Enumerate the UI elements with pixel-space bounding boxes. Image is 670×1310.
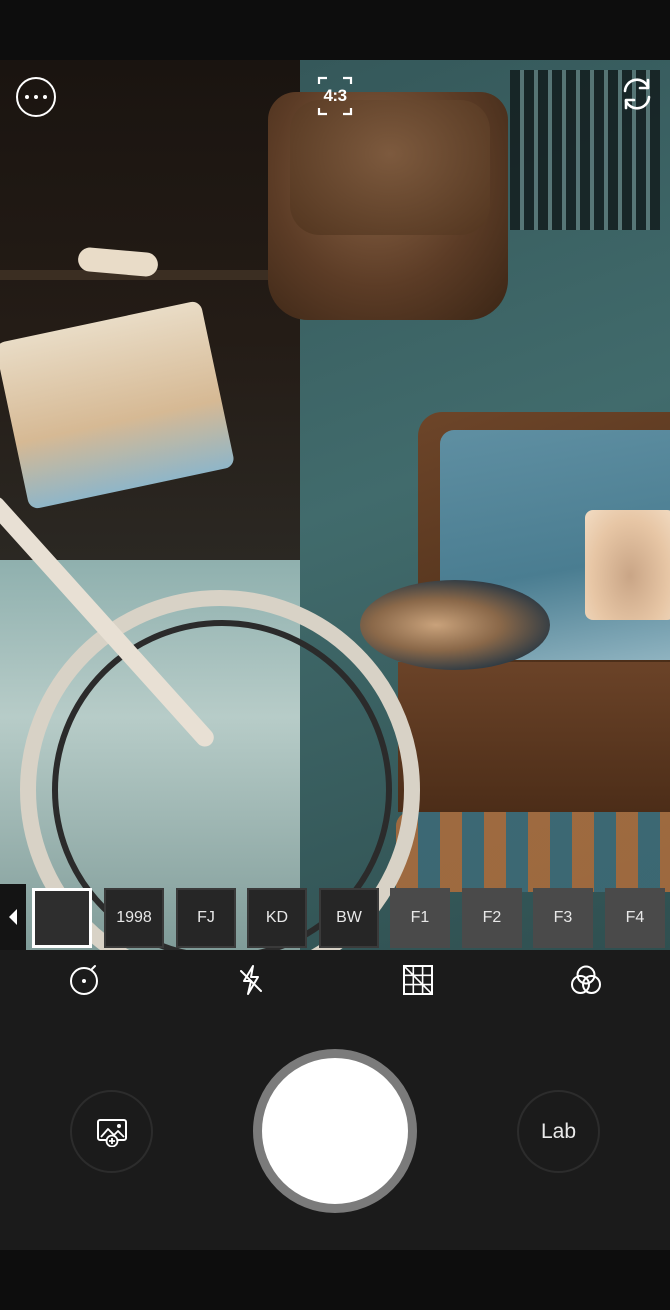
camera-viewfinder[interactable] [0, 60, 670, 953]
filter-label: F3 [553, 909, 573, 926]
triangle-left-icon [9, 909, 17, 925]
more-horizontal-icon [25, 95, 29, 99]
timer-button[interactable] [67, 963, 101, 997]
status-bar [0, 0, 670, 60]
filter-kd[interactable]: KD [247, 888, 307, 948]
flash-toggle-button[interactable] [234, 963, 268, 997]
more-dot [43, 95, 47, 99]
filter-none[interactable] [32, 888, 92, 948]
filter-label: FJ [197, 909, 215, 926]
shutter-button[interactable] [253, 1049, 417, 1213]
switch-camera-button[interactable] [618, 75, 656, 113]
more-dot [34, 95, 38, 99]
filter-label: KD [265, 909, 289, 926]
more-options-button[interactable] [16, 77, 56, 117]
filter-label: BW [336, 909, 362, 926]
lab-button[interactable]: Lab [517, 1090, 600, 1173]
navigation-bar [0, 1250, 670, 1310]
filter-scroll-left-button[interactable] [0, 884, 26, 950]
grid-toggle-button[interactable] [401, 963, 435, 997]
filter-bw[interactable]: BW [319, 888, 379, 948]
viewfinder-suitcase-body [398, 662, 670, 812]
aspect-ratio-button[interactable]: 4:3 [317, 76, 353, 116]
flash-off-icon [240, 965, 262, 995]
color-filter-icon [571, 965, 601, 994]
filter-label: F2 [482, 909, 502, 926]
filter-1998[interactable]: 1998 [104, 888, 164, 948]
filter-f2[interactable]: F2 [462, 888, 522, 948]
lab-label: Lab [540, 1119, 577, 1143]
viewfinder-bag-flap [290, 100, 490, 235]
filter-label: F4 [625, 909, 645, 926]
viewfinder-bench [396, 812, 670, 892]
frame-corners-icon [317, 76, 353, 116]
grid-icon [403, 965, 433, 995]
filter-label: 1998 [116, 909, 152, 926]
gallery-add-icon [96, 1118, 127, 1147]
viewfinder-dried-flowers [360, 580, 550, 670]
color-filter-button[interactable] [569, 963, 603, 997]
timer-icon [70, 965, 98, 995]
viewfinder-old-photo [585, 510, 670, 620]
filter-f3[interactable]: F3 [533, 888, 593, 948]
filter-strip[interactable]: 1998 FJ KD BW F1 F2 F3 F4 [0, 884, 670, 950]
filter-f4[interactable]: F4 [605, 888, 665, 948]
filter-fj[interactable]: FJ [176, 888, 236, 948]
gallery-import-button[interactable] [70, 1090, 153, 1173]
camera-flip-icon [623, 78, 651, 110]
filter-f1[interactable]: F1 [390, 888, 450, 948]
filter-label: F1 [410, 909, 430, 926]
